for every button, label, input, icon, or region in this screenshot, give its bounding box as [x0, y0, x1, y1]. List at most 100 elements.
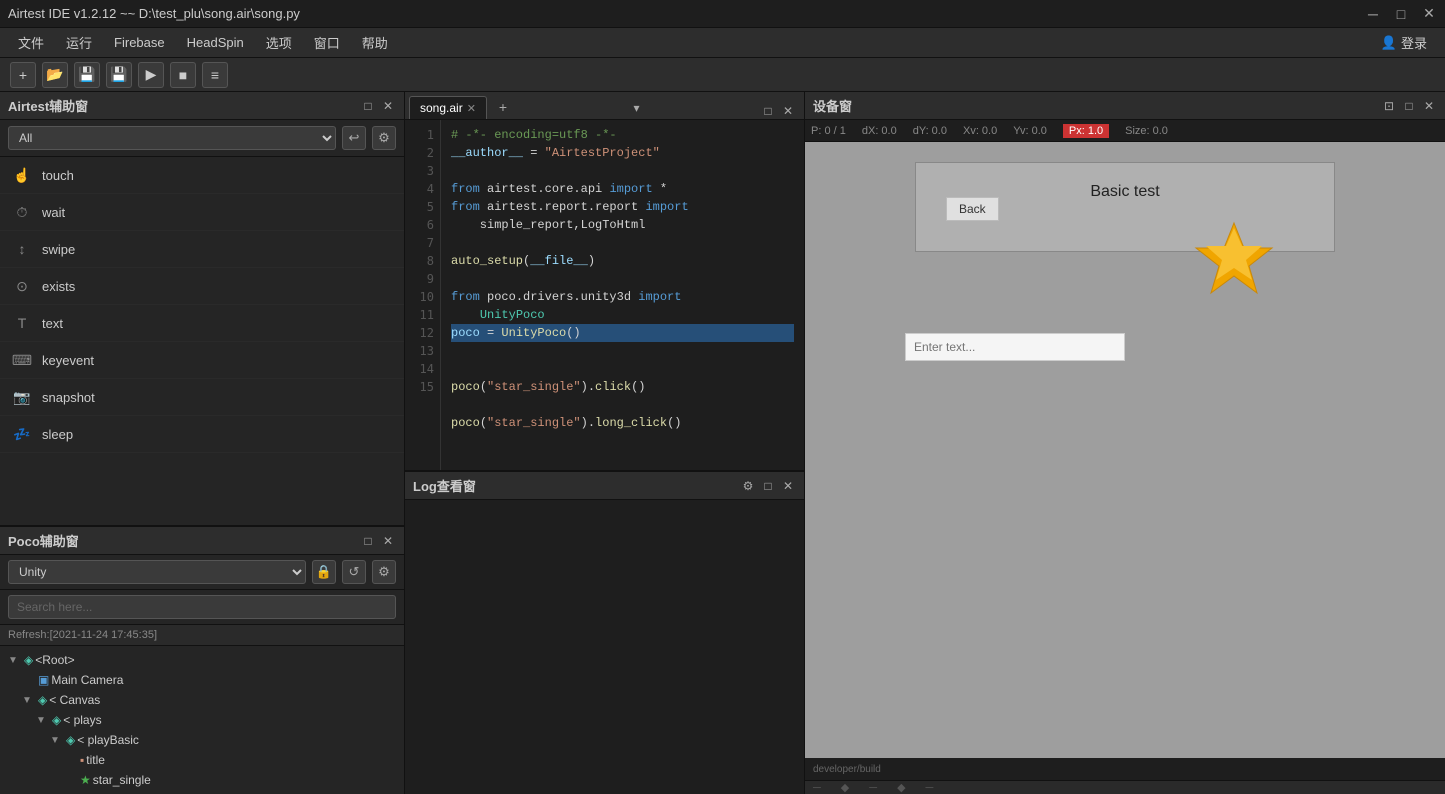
editor-close-button[interactable]: ✕ — [780, 103, 796, 119]
swipe-label: swipe — [42, 242, 75, 257]
plays-icon: ◈ — [52, 713, 61, 727]
device-close-button[interactable]: ✕ — [1421, 98, 1437, 114]
airtest-item-wait[interactable]: ⏱ wait — [0, 194, 404, 231]
menu-file[interactable]: 文件 — [8, 29, 54, 56]
poco-search-input[interactable] — [8, 595, 396, 619]
tree-item-plays[interactable]: ▼ ◈ < plays — [0, 710, 404, 730]
tree-toggle-star — [64, 775, 78, 786]
log-expand-button[interactable]: □ — [760, 478, 776, 494]
airtest-item-exists[interactable]: ⊙ exists — [0, 268, 404, 305]
camera-label: Main Camera — [51, 673, 123, 687]
tab-add-button[interactable]: + — [493, 95, 513, 119]
login-button[interactable]: 👤 登录 — [1371, 30, 1437, 55]
save-button[interactable]: 💾 — [74, 62, 100, 88]
device-bottom-label: developer/build — [813, 764, 881, 775]
poco-tree: ▼ ◈ <Root> ▣ Main Camera ▼ ◈ < Canvas — [0, 646, 404, 794]
airtest-item-snapshot[interactable]: 📷 snapshot — [0, 379, 404, 416]
snapshot-label: snapshot — [42, 390, 95, 405]
script-editor: song.air ✕ + ▾ □ ✕ 12345 678910 11121314… — [405, 92, 804, 472]
tree-item-canvas[interactable]: ▼ ◈ < Canvas — [0, 690, 404, 710]
playbasic-icon: ◈ — [66, 733, 75, 747]
airtest-items-list: ☝ touch ⏱ wait ↕ swipe ⊙ exists T text — [0, 157, 404, 525]
tree-toggle-playbasic[interactable]: ▼ — [50, 735, 64, 746]
device-back-button[interactable]: Back — [946, 197, 999, 221]
log-panel-title: Log查看窗 — [413, 476, 476, 495]
airtest-filter-icon2[interactable]: ⚙ — [372, 126, 396, 150]
code-content[interactable]: # -*- encoding=utf8 -*- __author__ = "Ai… — [441, 120, 804, 470]
airtest-expand-button[interactable]: □ — [360, 98, 376, 114]
airtest-panel-controls: □ ✕ — [360, 98, 396, 114]
log-panel-header: Log查看窗 ⚙ □ ✕ — [405, 472, 804, 500]
menu-bar: 文件 运行 Firebase HeadSpin 选项 窗口 帮助 👤 登录 — [0, 28, 1445, 58]
editor-expand-button[interactable]: □ — [760, 103, 776, 119]
person-icon: 👤 — [1381, 35, 1397, 51]
airtest-item-swipe[interactable]: ↕ swipe — [0, 231, 404, 268]
new-button[interactable]: + — [10, 62, 36, 88]
tree-toggle-canvas[interactable]: ▼ — [22, 695, 36, 706]
airtest-item-keyevent[interactable]: ⌨ keyevent — [0, 342, 404, 379]
tab-song-close[interactable]: ✕ — [467, 102, 476, 115]
main-area: Airtest辅助窗 □ ✕ All ↩ ⚙ ☝ touch ⏱ — [0, 92, 1445, 794]
menu-firebase[interactable]: Firebase — [104, 31, 175, 54]
metric-yv: Yv: 0.0 — [1013, 125, 1047, 137]
run-button[interactable]: ▶ — [138, 62, 164, 88]
root-icon: ◈ — [24, 653, 33, 667]
tab-dropdown-button[interactable]: ▾ — [628, 97, 646, 119]
star-container — [1194, 218, 1274, 301]
poco-expand-button[interactable]: □ — [360, 533, 376, 549]
minimize-button[interactable]: ─ — [1365, 6, 1381, 22]
metric-dx: dX: 0.0 — [862, 125, 897, 137]
text-label: text — [42, 316, 63, 331]
airtest-item-sleep[interactable]: 💤 sleep — [0, 416, 404, 453]
refresh-timestamp: Refresh:[2021-11-24 17:45:35] — [0, 625, 404, 646]
airtest-panel-header: Airtest辅助窗 □ ✕ — [0, 92, 404, 120]
tree-toggle-root[interactable]: ▼ — [8, 655, 22, 666]
airtest-filter-select[interactable]: All — [8, 126, 336, 150]
tree-item-star-single[interactable]: ★ star_single — [0, 770, 404, 790]
poco-close-button[interactable]: ✕ — [380, 533, 396, 549]
tree-toggle-plays[interactable]: ▼ — [36, 715, 50, 726]
scroll-marker-1: ─ — [813, 782, 821, 794]
poco-panel-title: Poco辅助窗 — [8, 531, 79, 550]
menu-window[interactable]: 窗口 — [304, 29, 350, 56]
device-scroll-bar[interactable]: ─ ◆ ─ ◆ ─ — [805, 780, 1445, 794]
airtest-item-touch[interactable]: ☝ touch — [0, 157, 404, 194]
menu-options[interactable]: 选项 — [256, 29, 302, 56]
snapshot-icon: 📷 — [12, 387, 32, 407]
tree-item-playbasic[interactable]: ▼ ◈ < playBasic — [0, 730, 404, 750]
poco-refresh-button[interactable]: ↺ — [342, 560, 366, 584]
metric-dx-label: dX: 0.0 — [862, 125, 897, 137]
log-close-button[interactable]: ✕ — [780, 478, 796, 494]
stop-button[interactable]: ■ — [170, 62, 196, 88]
poco-select-row: Unity 🔒 ↺ ⚙ — [0, 555, 404, 590]
star-graphic — [1194, 218, 1274, 298]
text-input-container — [1015, 333, 1235, 361]
poco-settings-button[interactable]: ⚙ — [372, 560, 396, 584]
editor-tab-song[interactable]: song.air ✕ — [409, 96, 487, 119]
tree-item-main-camera[interactable]: ▣ Main Camera — [0, 670, 404, 690]
device-expand-button[interactable]: □ — [1401, 98, 1417, 114]
menu-run[interactable]: 运行 — [56, 29, 102, 56]
menu-button[interactable]: ≡ — [202, 62, 228, 88]
airtest-filter-bar: All ↩ ⚙ — [0, 120, 404, 157]
maximize-button[interactable]: □ — [1393, 6, 1409, 22]
menu-help[interactable]: 帮助 — [352, 29, 398, 56]
tree-item-root[interactable]: ▼ ◈ <Root> — [0, 650, 404, 670]
title-label: title — [86, 753, 105, 767]
airtest-filter-icon1[interactable]: ↩ — [342, 126, 366, 150]
poco-search-bar — [0, 590, 404, 625]
airtest-close-button[interactable]: ✕ — [380, 98, 396, 114]
poco-lock-button[interactable]: 🔒 — [312, 560, 336, 584]
close-button[interactable]: ✕ — [1421, 6, 1437, 22]
poco-type-select[interactable]: Unity — [8, 560, 306, 584]
tree-item-title[interactable]: ▪ title — [0, 750, 404, 770]
menu-headspin[interactable]: HeadSpin — [177, 31, 254, 54]
login-label: 登录 — [1401, 33, 1427, 52]
device-text-input[interactable] — [905, 333, 1125, 361]
log-filter-button[interactable]: ⚙ — [740, 478, 756, 494]
device-icon-button[interactable]: ⊡ — [1381, 98, 1397, 114]
exists-label: exists — [42, 279, 75, 294]
airtest-item-text[interactable]: T text — [0, 305, 404, 342]
open-button[interactable]: 📂 — [42, 62, 68, 88]
save-as-button[interactable]: 💾 — [106, 62, 132, 88]
